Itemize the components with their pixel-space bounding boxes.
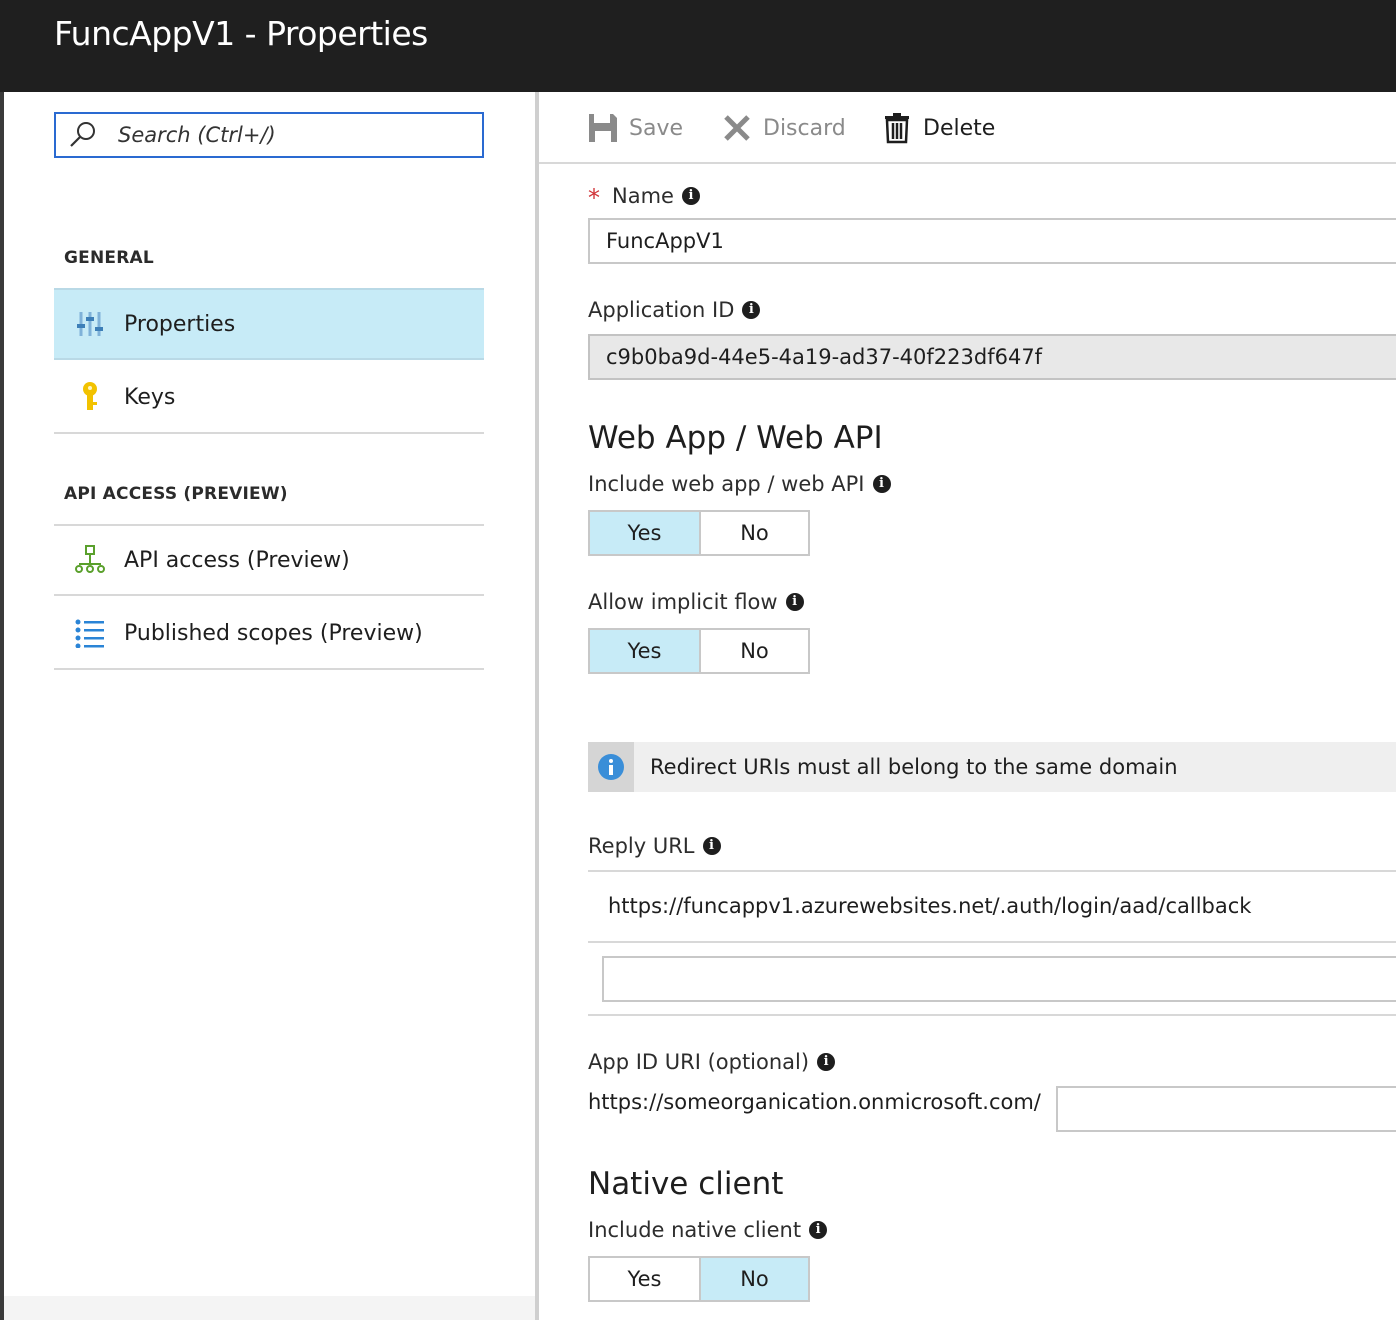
- include-webapp-label: Include web app / web API: [588, 472, 865, 496]
- include-native-toggle: Yes No: [588, 1256, 810, 1302]
- command-bar: Save Discard Delete: [539, 92, 1396, 164]
- native-heading: Native client: [588, 1166, 784, 1202]
- info-icon[interactable]: i: [681, 187, 700, 205]
- name-label: Name: [612, 184, 674, 208]
- appid-label: Application ID: [588, 298, 735, 322]
- info-icon[interactable]: i: [809, 1221, 828, 1239]
- reply-url-label: Reply URL: [588, 834, 695, 858]
- include-native-label: Include native client: [588, 1218, 802, 1242]
- name-label-row: * Name i: [588, 182, 700, 212]
- appid-label-row: Application ID i: [588, 298, 761, 322]
- appid-field[interactable]: c9b0ba9d-44e5-4a19-ad37-40f223df647f: [588, 334, 1396, 380]
- pane-divider[interactable]: [535, 92, 539, 1320]
- save-button[interactable]: Save: [587, 110, 683, 146]
- implicit-label: Allow implicit flow: [588, 590, 778, 614]
- info-icon[interactable]: i: [702, 837, 721, 855]
- info-icon[interactable]: i: [817, 1053, 836, 1071]
- section-general: GENERAL: [64, 248, 154, 268]
- sidebar-item-label: Published scopes (Preview): [124, 620, 423, 646]
- section-api-access: API ACCESS (PREVIEW): [64, 484, 288, 504]
- search-input[interactable]: [118, 123, 458, 147]
- sidebar-item-label: Keys: [124, 384, 176, 410]
- appid-uri-input[interactable]: [1056, 1086, 1396, 1132]
- reply-url-input[interactable]: [602, 956, 1396, 1002]
- search-box[interactable]: [54, 112, 484, 158]
- delete-button[interactable]: Delete: [881, 110, 995, 146]
- implicit-flow-toggle: Yes No: [588, 628, 810, 674]
- include-native-yes[interactable]: Yes: [590, 1258, 699, 1300]
- sidebar-item-api-access[interactable]: API access (Preview): [54, 524, 484, 596]
- include-native-label-row: Include native client i: [588, 1218, 828, 1242]
- info-circle-icon: [598, 754, 624, 780]
- reply-url-divider: [588, 941, 1396, 943]
- properties-sliders-icon: [72, 306, 108, 342]
- sidebar-footer: [4, 1296, 536, 1320]
- info-icon[interactable]: i: [785, 593, 804, 611]
- search-icon: [70, 122, 95, 147]
- notice-text: Redirect URIs must all belong to the sam…: [650, 755, 1178, 779]
- reply-url-label-row: Reply URL i: [588, 834, 721, 858]
- title-bar: FuncAppV1 - Properties: [0, 0, 1396, 92]
- sidebar-item-label: Properties: [124, 311, 236, 337]
- reply-url-divider: [588, 870, 1396, 872]
- sidebar-item-label: API access (Preview): [124, 547, 350, 573]
- discard-label: Discard: [763, 115, 846, 141]
- list-icon: [72, 615, 108, 651]
- sidebar-item-keys[interactable]: Keys: [54, 362, 484, 434]
- delete-label: Delete: [923, 115, 996, 141]
- page-title: FuncAppV1 - Properties: [54, 14, 428, 53]
- appid-uri-label-row: App ID URI (optional) i: [588, 1050, 836, 1074]
- reply-url-divider: [588, 1014, 1396, 1016]
- trash-icon: [885, 113, 909, 144]
- info-icon[interactable]: i: [742, 301, 761, 319]
- reply-url-entry[interactable]: https://funcappv1.azurewebsites.net/.aut…: [608, 894, 1251, 918]
- include-webapp-toggle: Yes No: [588, 510, 810, 556]
- appid-uri-prefix: https://someorganication.onmicrosoft.com…: [588, 1090, 1041, 1114]
- webapp-heading: Web App / Web API: [588, 420, 883, 456]
- info-notice: Redirect URIs must all belong to the sam…: [588, 742, 1396, 792]
- include-webapp-yes[interactable]: Yes: [590, 512, 699, 554]
- sidebar-item-published-scopes[interactable]: Published scopes (Preview): [54, 598, 484, 670]
- include-webapp-label-row: Include web app / web API i: [588, 472, 891, 496]
- appid-uri-label: App ID URI (optional): [588, 1050, 810, 1074]
- hierarchy-icon: [72, 542, 108, 578]
- implicit-label-row: Allow implicit flow i: [588, 590, 804, 614]
- discard-button[interactable]: Discard: [721, 110, 846, 146]
- save-icon: [589, 114, 617, 142]
- close-icon: [724, 115, 750, 141]
- key-icon: [72, 379, 108, 415]
- implicit-flow-yes[interactable]: Yes: [590, 630, 699, 672]
- info-icon[interactable]: i: [872, 475, 891, 493]
- save-label: Save: [629, 115, 684, 141]
- include-native-no[interactable]: No: [699, 1258, 808, 1300]
- notice-icon-box: [588, 742, 634, 792]
- implicit-flow-no[interactable]: No: [699, 630, 808, 672]
- sidebar: [4, 92, 536, 1320]
- include-webapp-no[interactable]: No: [699, 512, 808, 554]
- sidebar-item-properties[interactable]: Properties: [54, 288, 484, 360]
- name-field[interactable]: [588, 218, 1396, 264]
- required-marker: *: [588, 184, 600, 212]
